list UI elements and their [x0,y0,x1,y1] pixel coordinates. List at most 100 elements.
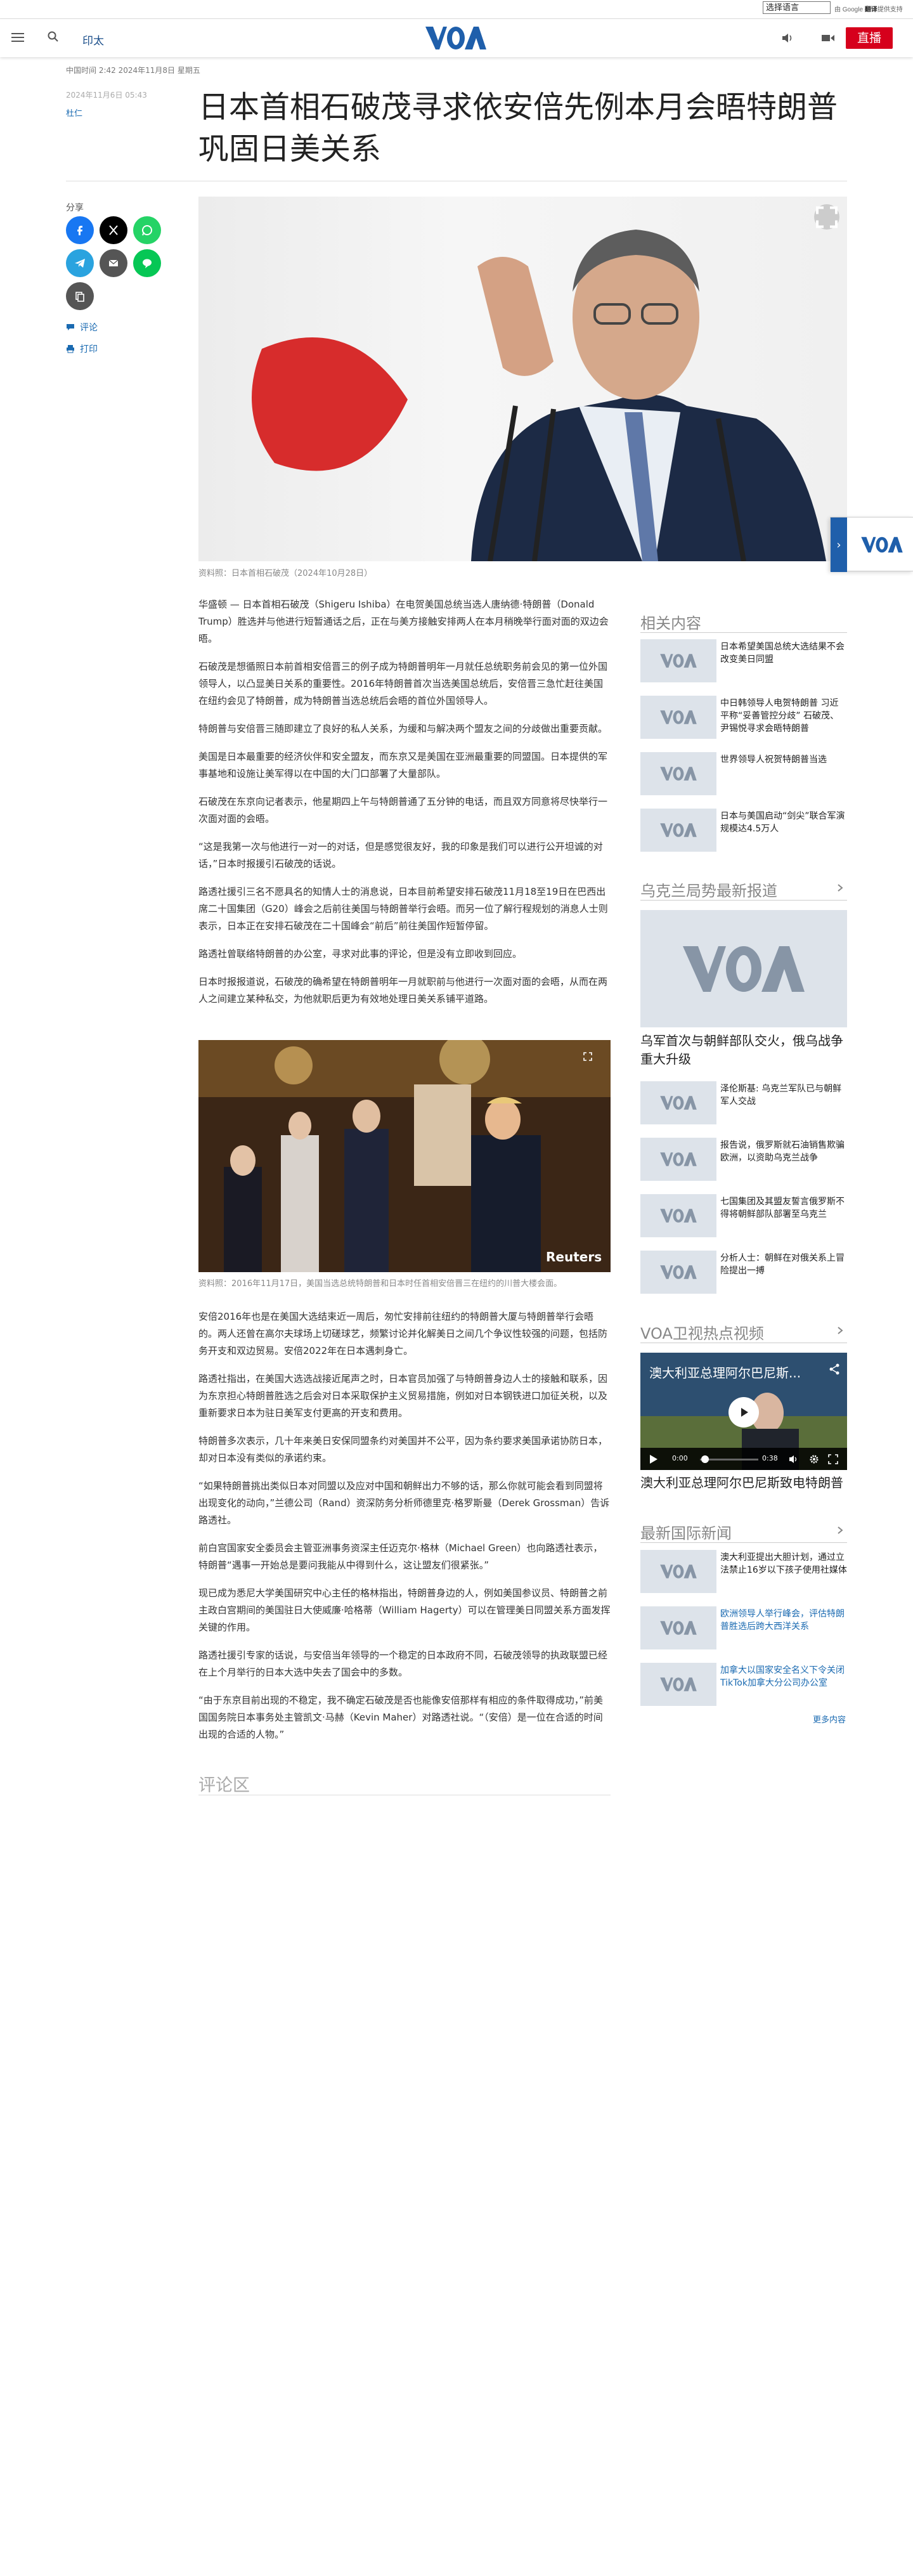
heading-divider [640,1542,847,1543]
voa-placeholder-thumb [640,752,716,795]
translate-powered-by: 由 Google 翻译提供支持 [834,6,903,13]
voa-placeholder-thumb [640,639,716,682]
paragraph: 路透社援引三名不愿具名的知情人士的消息说，日本目前希望安排石破茂11月18至19… [198,886,608,932]
video-player[interactable]: 澳大利亚总理阿尔巴尼斯... 0:00 0:38 [640,1353,847,1470]
ukraine-item[interactable]: 泽伦斯基: 乌克兰军队已与朝鲜军人交战 [640,1081,847,1124]
arrow-right-icon[interactable]: › [831,517,847,572]
expand-icon[interactable] [814,204,839,230]
paragraph: 美国是日本最重要的经济伙伴和安全盟友，而东京又是美国在亚洲最重要的同盟国。日本提… [198,751,608,779]
related-item[interactable]: 日本与美国启动“剑尖”联合军演 规模达4.5万人 [640,809,847,852]
voa-placeholder-thumb [640,1138,716,1181]
share-icon[interactable] [828,1363,841,1376]
chevron-right-icon[interactable] [836,1326,845,1335]
volume-icon[interactable] [789,1454,799,1464]
telegram-share-button[interactable] [66,249,94,277]
voa-placeholder-thumb [640,1550,716,1593]
copy-link-button[interactable] [66,282,94,310]
related-item[interactable]: 日本希望美国总统大选结果不会改变美日同盟 [640,639,847,682]
print-icon [67,345,74,353]
paragraph: 安倍2016年也是在美国大选结束近一周后，匆忙安排前往纽约的特朗普大厦与特朗普举… [198,1311,608,1356]
published-date: 中国时间 2:42 2024年11月8日 星期五 [66,66,200,75]
language-select[interactable]: 选择语言 [763,1,831,14]
section-link-indo-pacific[interactable]: 印太 [82,32,104,48]
telegram-icon [75,259,85,268]
comment-icon [67,324,74,330]
hero-caption: 资料照：日本首相石破茂（2024年10月28日） [198,569,373,578]
play-icon[interactable] [728,1397,759,1428]
video-current-time: 0:00 [672,1454,688,1462]
paragraph: 华盛顿 — 日本首相石破茂（Shigeru Ishiba）在电贺美国总统当选人唐… [198,599,609,644]
whatsapp-icon [142,225,152,236]
voa-placeholder-thumb [640,1081,716,1124]
chevron-right-icon[interactable] [836,883,845,892]
intl-news-heading[interactable]: 最新国际新闻 [640,1521,732,1543]
x-share-button[interactable] [100,216,127,244]
ukraine-item[interactable]: 七国集团及其盟友誓言俄罗斯不得将朝鲜部队部署至乌克兰 [640,1194,847,1237]
article-title: 日本首相石破茂寻求依安倍先例本月会晤特朗普巩固日美关系 [198,89,838,167]
settings-icon[interactable] [809,1454,819,1464]
whatsapp-share-button[interactable] [133,216,161,244]
line-share-button[interactable] [133,249,161,277]
voa-placeholder-thumb [640,1194,716,1237]
more-link[interactable]: 更多内容 [813,1713,846,1725]
intl-news-item[interactable]: 加拿大以国家安全名义下令关闭TikTok加拿大分公司办公室 [640,1663,847,1706]
inline-image: Reuters [198,1040,611,1272]
menu-icon[interactable] [10,30,25,46]
video-icon[interactable] [820,32,836,44]
related-item[interactable]: 中日韩领导人电贺特朗普 习近平称“妥善管控分歧” 石破茂、尹锡悦寻求会晤特朗普 [640,696,847,739]
posted-date: 2024年11月6日 05:43 [66,91,147,100]
article-body-a: 华盛顿 — 日本首相石破茂（Shigeru Ishiba）在电贺美国总统当选人唐… [198,596,611,1018]
search-icon[interactable] [47,30,62,46]
voa-placeholder-thumb [640,1663,716,1706]
facebook-share-button[interactable] [66,216,94,244]
reuters-watermark: Reuters [546,1249,602,1265]
paragraph: 现已成为悉尼大学美国研究中心主任的格林指出，特朗普身边的人，例如美国参议员、特朗… [198,1587,611,1633]
email-share-button[interactable] [100,249,127,277]
voa-logo[interactable] [424,24,488,52]
paragraph: “由于东京目前出现的不稳定，我不确定石破茂是否也能像安倍那样有相应的条件取得成功… [198,1695,604,1740]
facebook-icon [77,226,82,235]
ukraine-feature-title[interactable]: 乌军首次与朝鲜部队交火，俄乌战争重大升级 [640,1032,847,1069]
paragraph: 路透社指出，在美国大选选战接近尾声之时，日本官员加强了与特朗普身边人士的接触和联… [198,1373,608,1419]
ukraine-item[interactable]: 报告说，俄罗斯就石油销售欺骗欧洲，以资助乌克兰战争 [640,1138,847,1181]
related-heading: 相关内容 [640,615,701,632]
video-progress-knob[interactable] [701,1455,709,1463]
paragraph: “如果特朗普挑出类似日本对同盟以及应对中国和朝鲜出力不够的话，那么你就可能会看到… [198,1480,610,1526]
line-icon [143,259,152,268]
google-translate-bar: 选择语言 由 Google 翻译提供支持 [0,0,913,19]
author-link[interactable]: 杜仁 [66,107,82,119]
ukraine-heading[interactable]: 乌克兰局势最新报道 [640,878,777,901]
ukraine-item[interactable]: 分析人士：朝鲜在对俄关系上冒险提出一搏 [640,1251,847,1294]
paragraph: 路透社援引专家的话说，与安倍当年领导的一个稳定的日本政府不同，石破茂领导的执政联… [198,1649,608,1678]
intl-news-item[interactable]: 欧洲领导人举行峰会，评估特朗普胜选后跨大西洋关系 [640,1606,847,1649]
voa-placeholder-thumb [640,809,716,852]
comments-link[interactable]: 评论 [66,321,98,334]
heading-divider [640,632,847,633]
x-icon [109,225,118,235]
fullscreen-icon[interactable] [828,1454,838,1464]
inline-caption: 资料照：2016年11月17日，美国当选总统特朗普和日本时任首相安倍晋三在纽约的… [198,1279,562,1289]
audio-icon[interactable] [781,32,795,44]
ukraine-feature-thumb[interactable] [640,910,847,1027]
related-item[interactable]: 世界领导人祝贺特朗普当选 [640,752,847,795]
video-heading[interactable]: VOA卫视热点视频 [640,1321,764,1343]
hero-image [198,197,847,561]
comments-heading: 评论区 [198,1776,250,1795]
print-link[interactable]: 打印 [66,342,98,355]
expand-icon[interactable] [579,1048,597,1065]
site-header: 印太 直播 [0,19,913,57]
paragraph: 路透社曾联络特朗普的办公室，寻求对此事的评论，但是没有立即收到回应。 [198,948,522,959]
heading-divider [640,900,847,901]
video-total-time: 0:38 [762,1454,778,1462]
live-button[interactable]: 直播 [846,27,893,49]
paragraph: 特朗普与安倍晋三随即建立了良好的私人关系，为缓和与解决两个盟友之间的分歧做出重要… [198,723,608,734]
intl-news-item[interactable]: 澳大利亚提出大胆计划，通过立法禁止16岁以下孩子使用社媒体 [640,1550,847,1593]
chevron-right-icon[interactable] [836,1526,845,1535]
video-title: 澳大利亚总理阿尔巴尼斯... [649,1365,801,1381]
play-small-icon[interactable] [649,1454,658,1464]
voa-placeholder-thumb [640,1251,716,1294]
video-caption[interactable]: 澳大利亚总理阿尔巴尼斯致电特朗普 [640,1474,847,1492]
paragraph: 特朗普多次表示，几十年来美日安保同盟条约对美国并不公平，因为条约要求美国承诺协防… [198,1435,608,1464]
sticky-player-tab[interactable]: › [830,517,913,572]
paragraph: 石破茂在东京向记者表示，他星期四上午与特朗普通了五分钟的电话，而且双方同意将尽快… [198,796,608,824]
